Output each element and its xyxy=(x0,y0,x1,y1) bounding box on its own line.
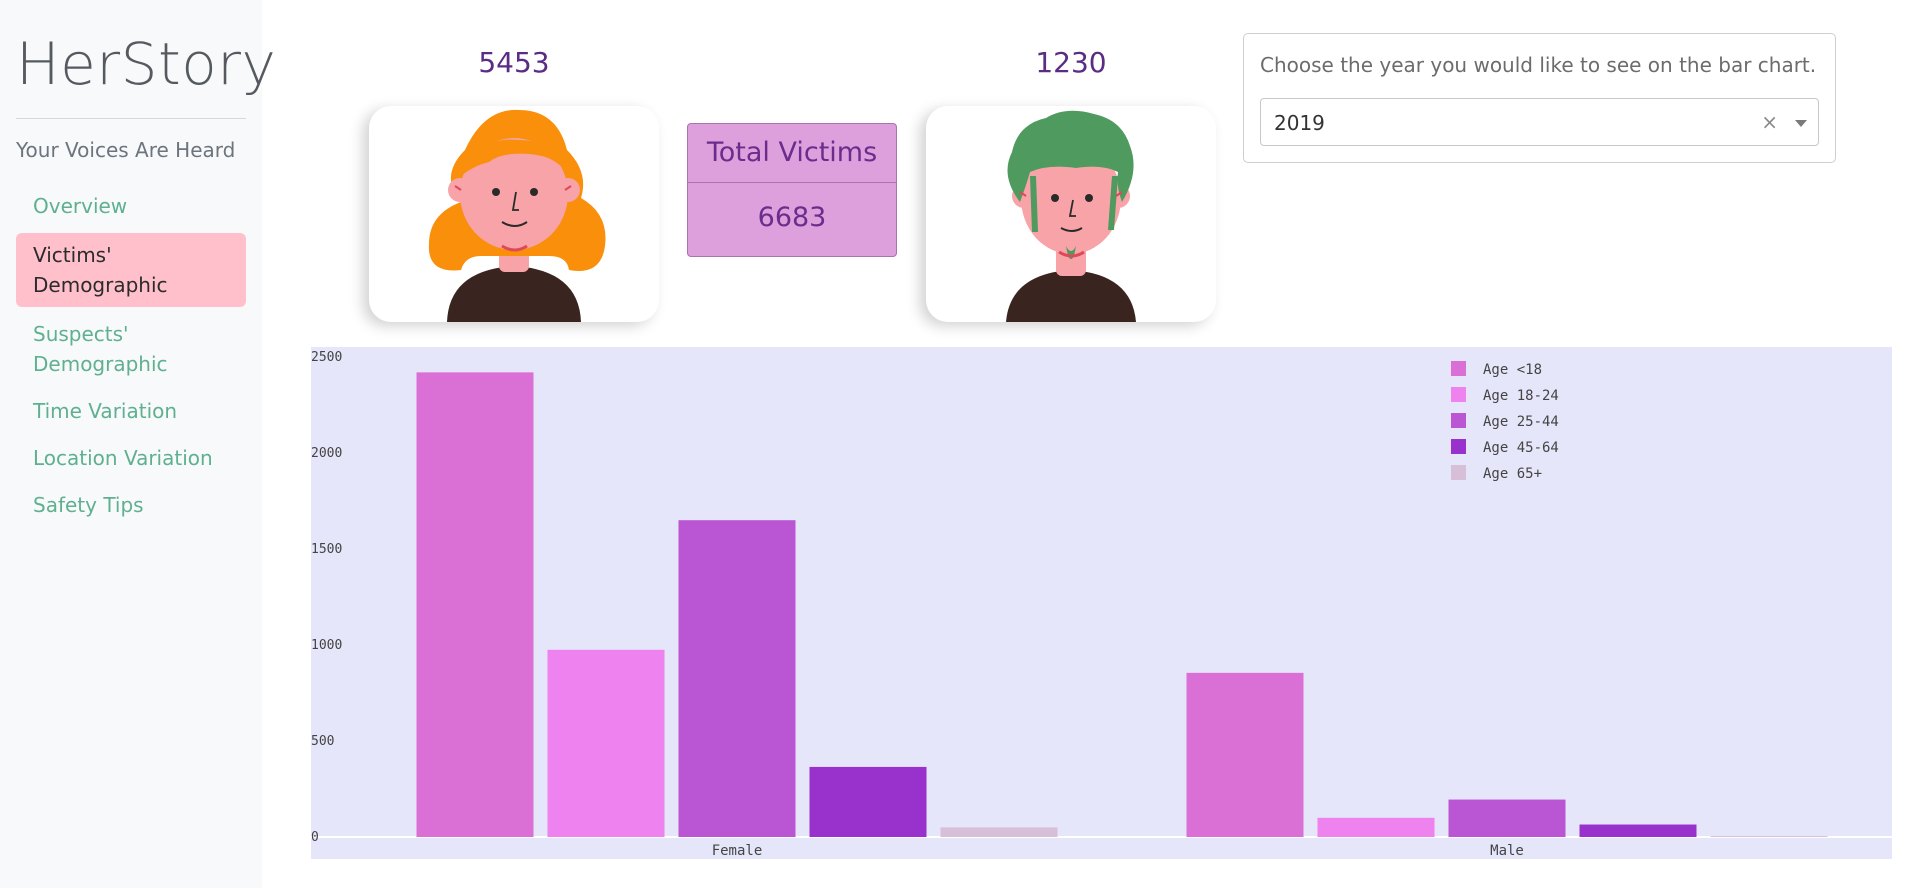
x-tick-label: Male xyxy=(1490,843,1524,859)
legend-swatch[interactable] xyxy=(1451,465,1466,480)
nav-item-location-variation[interactable]: Location Variation xyxy=(16,438,246,478)
total-victims-card: Total Victims 6683 xyxy=(687,123,897,257)
brand-title: HerStory xyxy=(16,30,277,98)
legend-swatch[interactable] xyxy=(1451,439,1466,454)
year-dropdown[interactable]: 2019 × xyxy=(1260,98,1819,146)
bar-female-4[interactable] xyxy=(809,766,927,837)
y-tick-label: 2000 xyxy=(311,446,342,461)
male-avatar-icon xyxy=(1006,110,1136,322)
nav-item-overview[interactable]: Overview xyxy=(16,186,246,226)
total-victims-label: Total Victims xyxy=(688,124,896,183)
x-tick-label: Female xyxy=(712,843,763,859)
nav-item-time-variation[interactable]: Time Variation xyxy=(16,391,246,431)
bar-female-5[interactable] xyxy=(940,827,1058,837)
bar-male-5[interactable] xyxy=(1710,836,1828,838)
bar-female-2[interactable] xyxy=(547,649,665,837)
male-victim-count: 1230 xyxy=(1035,46,1107,79)
bar-male-1[interactable] xyxy=(1186,672,1304,837)
nav-item-victims-demographic[interactable]: Victims' Demographic xyxy=(16,233,246,307)
legend-swatch[interactable] xyxy=(1451,413,1466,428)
y-tick-label: 0 xyxy=(311,830,319,845)
total-victims-value: 6683 xyxy=(757,202,827,233)
nav-item-safety-tips[interactable]: Safety Tips xyxy=(16,485,246,525)
bar-male-2[interactable] xyxy=(1317,817,1435,837)
legend-label[interactable]: Age 45-64 xyxy=(1483,440,1559,456)
victims-bar-chart: 0 500 1000 1500 2000 2500 Female Male Age <18 A… xyxy=(311,347,1892,859)
chart-canvas: 0 500 1000 1500 2000 2500 Female Male Age <18 A… xyxy=(311,347,1892,859)
y-tick-label: 500 xyxy=(311,734,334,749)
female-victim-count: 5453 xyxy=(478,46,550,79)
year-filter-prompt: Choose the year you would like to see on… xyxy=(1260,53,1817,77)
legend-label[interactable]: Age 18-24 xyxy=(1483,388,1559,404)
legend-label[interactable]: Age 65+ xyxy=(1483,466,1542,482)
chevron-down-icon[interactable] xyxy=(1795,120,1807,127)
sidebar-nav: Overview Victims' Demographic Suspects' … xyxy=(16,186,246,532)
clear-icon[interactable]: × xyxy=(1761,110,1778,134)
y-tick-label: 2500 xyxy=(311,350,342,365)
y-tick-label: 1000 xyxy=(311,638,342,653)
tagline: Your Voices Are Heard xyxy=(16,138,236,162)
legend-label[interactable]: Age <18 xyxy=(1483,362,1542,378)
brand-divider xyxy=(16,118,246,119)
female-avatar-card xyxy=(369,106,659,322)
legend-swatch[interactable] xyxy=(1451,361,1466,376)
legend-swatch[interactable] xyxy=(1451,387,1466,402)
bar-male-3[interactable] xyxy=(1448,799,1566,837)
male-avatar-card xyxy=(926,106,1216,322)
year-filter-card: Choose the year you would like to see on… xyxy=(1243,33,1836,163)
nav-item-suspects-demographic[interactable]: Suspects' Demographic xyxy=(16,314,246,384)
female-avatar-icon xyxy=(428,109,606,322)
legend-label[interactable]: Age 25-44 xyxy=(1483,414,1559,430)
bar-female-3[interactable] xyxy=(678,520,796,837)
year-dropdown-value: 2019 xyxy=(1274,111,1325,135)
bar-female-1[interactable] xyxy=(416,372,534,837)
y-tick-label: 1500 xyxy=(311,542,342,557)
bar-male-4[interactable] xyxy=(1579,824,1697,837)
sidebar: HerStory Your Voices Are Heard Overview … xyxy=(0,0,276,888)
